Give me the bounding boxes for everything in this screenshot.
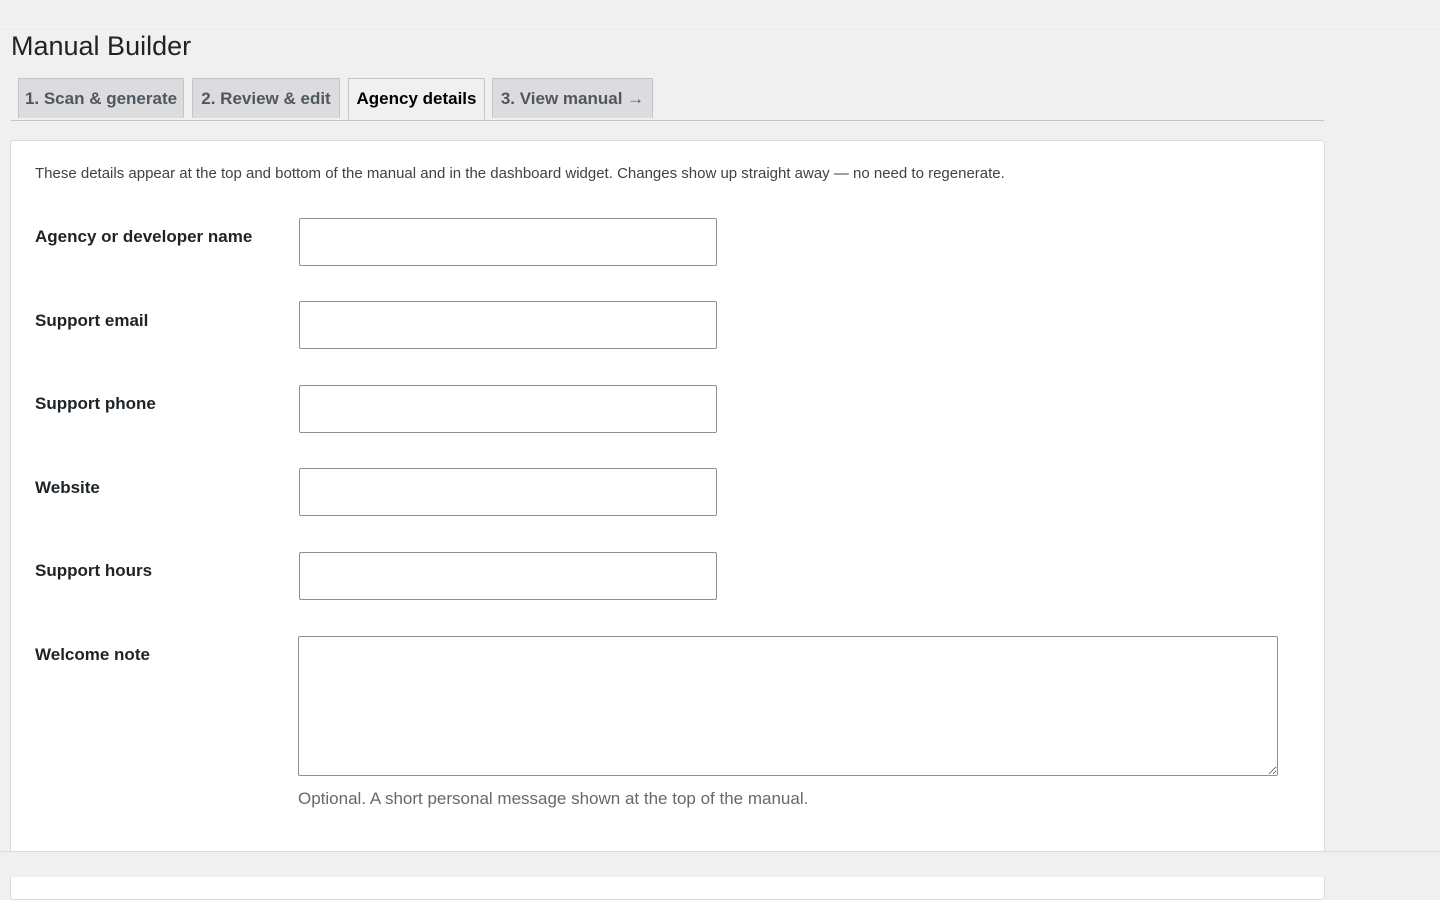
- support-email-input[interactable]: [299, 301, 717, 349]
- support-phone-label: Support phone: [35, 394, 156, 413]
- welcome-note-textarea[interactable]: [298, 636, 1278, 776]
- support-hours-label: Support hours: [35, 561, 153, 580]
- support-hours-input[interactable]: [299, 552, 717, 600]
- welcome-note-label: Welcome note: [35, 645, 150, 664]
- intro-text: These details appear at the top and bott…: [35, 165, 1005, 182]
- website-input[interactable]: [299, 468, 717, 516]
- website-label: Website: [35, 478, 100, 497]
- support-email-label: Support email: [35, 311, 149, 330]
- page-title: Manual Builder: [11, 31, 192, 61]
- support-phone-input[interactable]: [299, 385, 717, 433]
- tab-scan-generate[interactable]: 1. Scan & generate: [18, 78, 184, 118]
- tab-bar: 1. Scan & generate 2. Review & edit Agen…: [11, 78, 1324, 121]
- welcome-note-help: Optional. A short personal message shown…: [298, 789, 809, 808]
- tab-agency-details[interactable]: Agency details: [348, 78, 485, 120]
- admin-top-strip: [0, 0, 1440, 27]
- agency-details-card: These details appear at the top and bott…: [10, 140, 1325, 900]
- agency-name-input[interactable]: [299, 218, 717, 266]
- tab-view-manual[interactable]: 3. View manual →: [492, 78, 653, 118]
- bottom-strip: [0, 851, 1440, 877]
- tab-review-edit[interactable]: 2. Review & edit: [192, 78, 340, 118]
- agency-name-label: Agency or developer name: [35, 227, 253, 246]
